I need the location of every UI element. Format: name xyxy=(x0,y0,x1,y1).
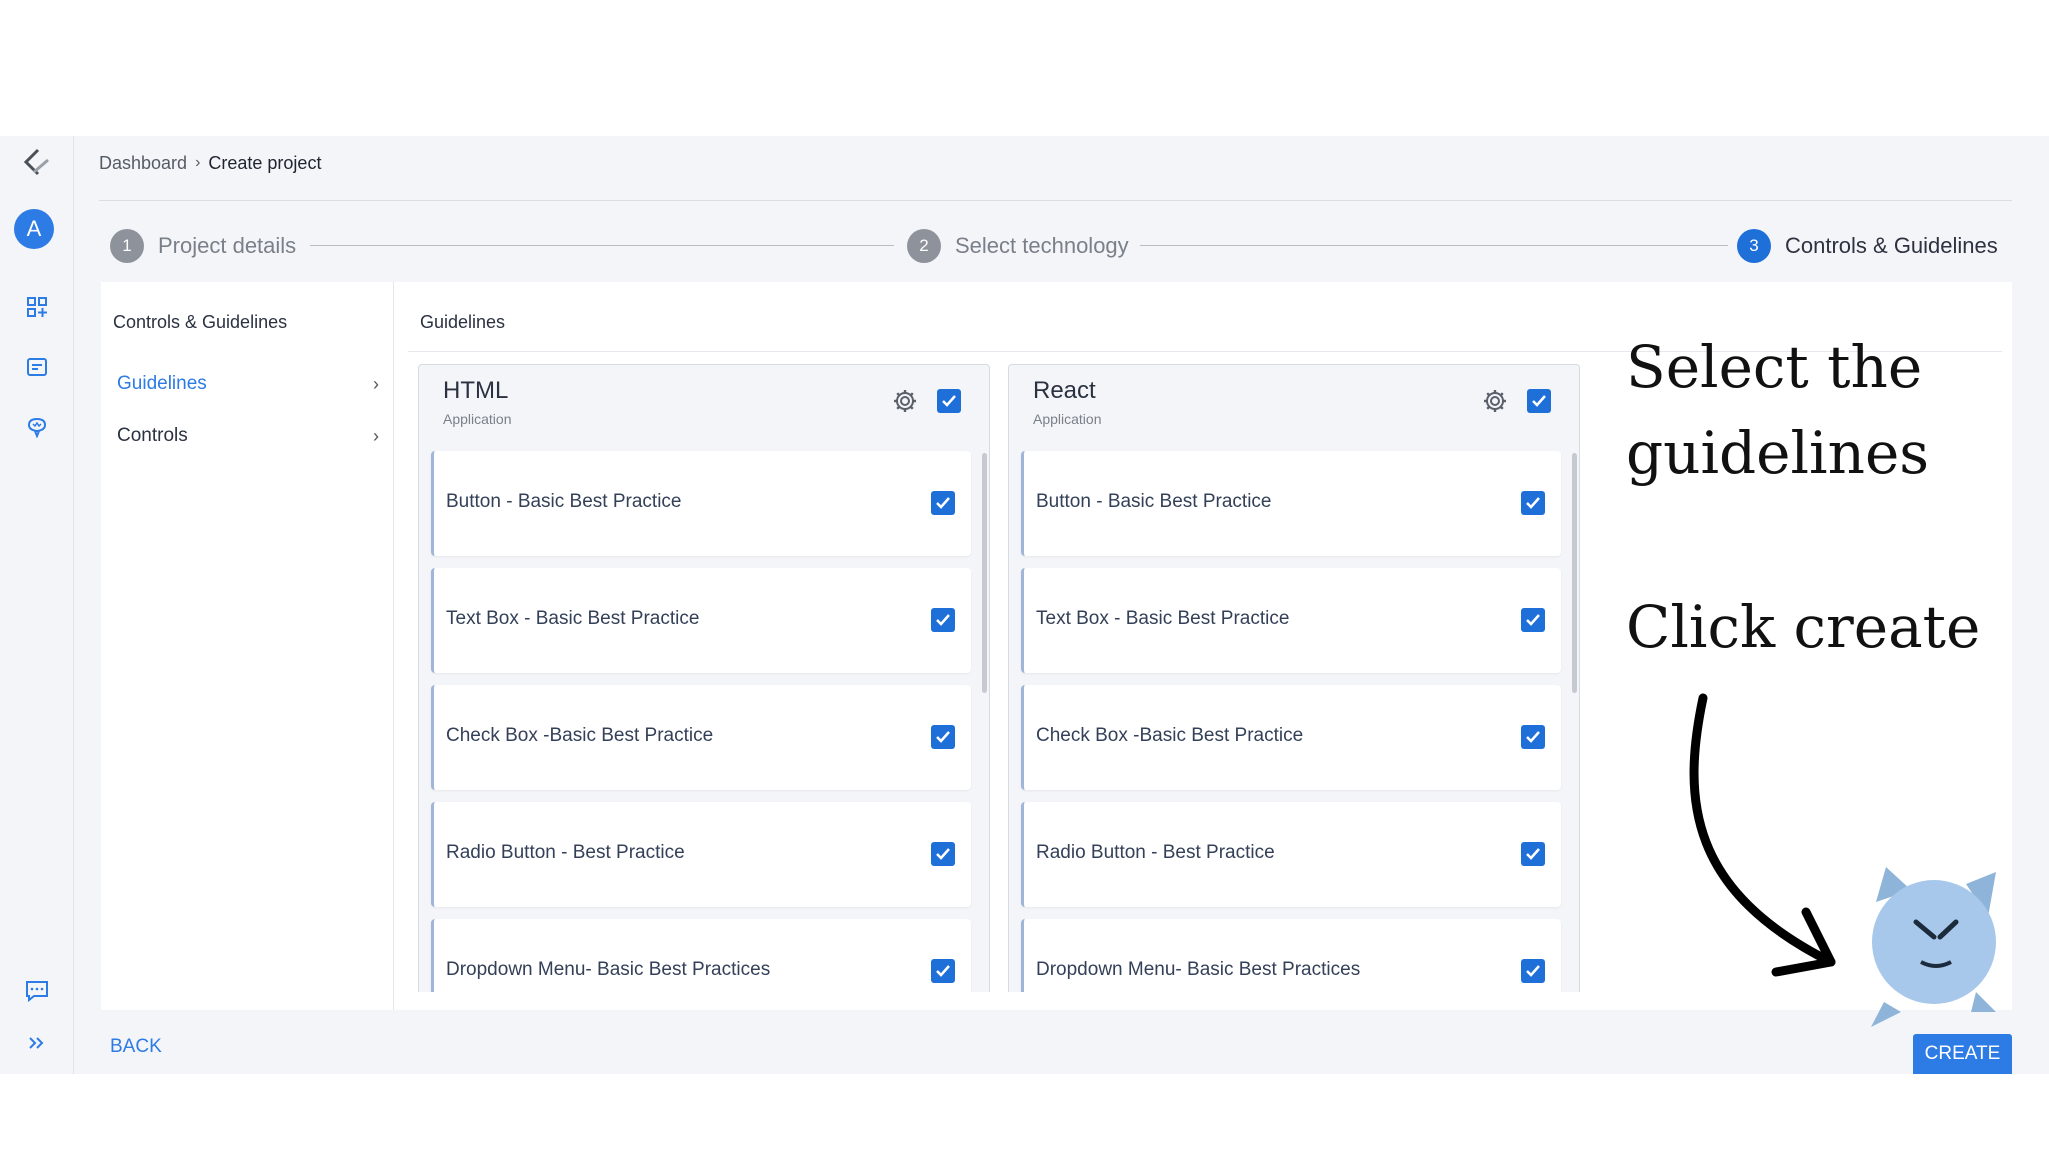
guideline-card[interactable]: Button - Basic Best Practice xyxy=(431,451,971,556)
guideline-card[interactable]: Dropdown Menu- Basic Best Practices xyxy=(431,919,971,992)
chevron-right-icon: › xyxy=(373,373,379,394)
step-number: 1 xyxy=(110,229,144,263)
guideline-label: Text Box - Basic Best Practice xyxy=(446,608,700,629)
stepper-connector xyxy=(1140,245,1728,246)
step-controls-guidelines: 3 Controls & Guidelines xyxy=(1737,228,1998,264)
guideline-card[interactable]: Check Box -Basic Best Practice xyxy=(1021,685,1561,790)
step-label: Project details xyxy=(158,233,297,258)
subnav: Controls & Guidelines Guidelines › Contr… xyxy=(101,282,394,1010)
column-title: React xyxy=(1033,377,1096,404)
divider xyxy=(99,200,2012,201)
guideline-label: Text Box - Basic Best Practice xyxy=(1036,608,1290,629)
guideline-label: Button - Basic Best Practice xyxy=(1036,491,1272,512)
column-select-checkbox[interactable] xyxy=(1527,389,1551,413)
guideline-card[interactable]: Radio Button - Best Practice xyxy=(1021,802,1561,907)
guideline-card[interactable]: Text Box - Basic Best Practice xyxy=(431,568,971,673)
expand-icon[interactable] xyxy=(16,1022,58,1064)
column-subtitle: Application xyxy=(443,411,512,427)
subnav-item-guidelines[interactable]: Guidelines › xyxy=(117,366,379,402)
create-button[interactable]: CREATE xyxy=(1913,1034,2012,1074)
guideline-label: Radio Button - Best Practice xyxy=(446,842,685,863)
breadcrumb: Dashboard › Create project xyxy=(99,150,321,176)
breadcrumb-current: Create project xyxy=(208,152,322,173)
column-subtitle: Application xyxy=(1033,411,1102,427)
annotation-line: guidelines xyxy=(1626,419,1930,487)
guideline-checkbox[interactable] xyxy=(1521,842,1545,866)
annotation-line: Select the xyxy=(1626,333,1923,401)
step-number: 2 xyxy=(907,229,941,263)
scrollbar[interactable] xyxy=(1572,453,1577,693)
guideline-label: Dropdown Menu- Basic Best Practices xyxy=(1036,959,1361,980)
chevron-right-icon: › xyxy=(373,425,379,446)
main-panel: Controls & Guidelines Guidelines › Contr… xyxy=(101,282,2012,1027)
column-select-checkbox[interactable] xyxy=(937,389,961,413)
guideline-label: Button - Basic Best Practice xyxy=(446,491,682,512)
mascot-cat-icon xyxy=(1871,867,1996,1027)
guideline-checkbox[interactable] xyxy=(931,608,955,632)
stepper-connector xyxy=(310,245,894,246)
guideline-checkbox[interactable] xyxy=(931,842,955,866)
chevron-right-icon: › xyxy=(195,154,201,171)
step-number: 3 xyxy=(1737,229,1771,263)
guideline-label: Check Box -Basic Best Practice xyxy=(446,725,714,746)
app-window: A Dashboard › Create project 1 Project d… xyxy=(0,136,2049,1074)
guideline-checkbox[interactable] xyxy=(1521,959,1545,983)
guideline-checkbox[interactable] xyxy=(931,491,955,515)
step-select-technology: 2 Select technology xyxy=(907,228,1129,264)
chat-icon[interactable] xyxy=(16,970,58,1012)
back-button[interactable]: BACK xyxy=(110,1036,162,1058)
report-icon[interactable] xyxy=(16,346,58,388)
guideline-checkbox[interactable] xyxy=(1521,608,1545,632)
guideline-card[interactable]: Button - Basic Best Practice xyxy=(1021,451,1561,556)
icon-rail: A xyxy=(0,136,74,1074)
subnav-item-label: Controls xyxy=(117,425,188,446)
breadcrumb-dashboard-link[interactable]: Dashboard xyxy=(99,153,187,174)
guideline-checkbox[interactable] xyxy=(1521,491,1545,515)
annotation-select-guidelines: Select the guidelines xyxy=(1626,324,1929,496)
avatar[interactable]: A xyxy=(14,209,54,249)
guideline-card[interactable]: Text Box - Basic Best Practice xyxy=(1021,568,1561,673)
tech-column-html: HTML Application Button - Basic Best Pra… xyxy=(418,364,990,992)
guideline-label: Dropdown Menu- Basic Best Practices xyxy=(446,959,771,980)
logo-icon[interactable] xyxy=(16,142,58,184)
column-title: HTML xyxy=(443,377,509,404)
subnav-item-label: Guidelines xyxy=(117,373,207,394)
scrollbar[interactable] xyxy=(982,453,987,693)
section-title: Guidelines xyxy=(420,312,506,332)
step-label: Controls & Guidelines xyxy=(1785,233,1998,258)
annotation-click-create: Click create xyxy=(1626,593,1981,661)
guideline-checkbox[interactable] xyxy=(931,959,955,983)
guideline-card[interactable]: Radio Button - Best Practice xyxy=(431,802,971,907)
gear-icon[interactable] xyxy=(1481,387,1509,415)
step-project-details: 1 Project details xyxy=(110,228,296,264)
dashboard-icon[interactable] xyxy=(16,286,58,328)
tech-column-react: React Application Button - Basic Best Pr… xyxy=(1008,364,1580,992)
guideline-label: Radio Button - Best Practice xyxy=(1036,842,1275,863)
guideline-checkbox[interactable] xyxy=(1521,725,1545,749)
subnav-item-controls[interactable]: Controls › xyxy=(117,418,379,454)
guideline-card[interactable]: Dropdown Menu- Basic Best Practices xyxy=(1021,919,1561,992)
gear-icon[interactable] xyxy=(891,387,919,415)
guideline-checkbox[interactable] xyxy=(931,725,955,749)
brain-icon[interactable] xyxy=(16,406,58,448)
step-label: Select technology xyxy=(955,233,1129,258)
subnav-title: Controls & Guidelines xyxy=(113,312,288,332)
guideline-label: Check Box -Basic Best Practice xyxy=(1036,725,1304,746)
guideline-card[interactable]: Check Box -Basic Best Practice xyxy=(431,685,971,790)
